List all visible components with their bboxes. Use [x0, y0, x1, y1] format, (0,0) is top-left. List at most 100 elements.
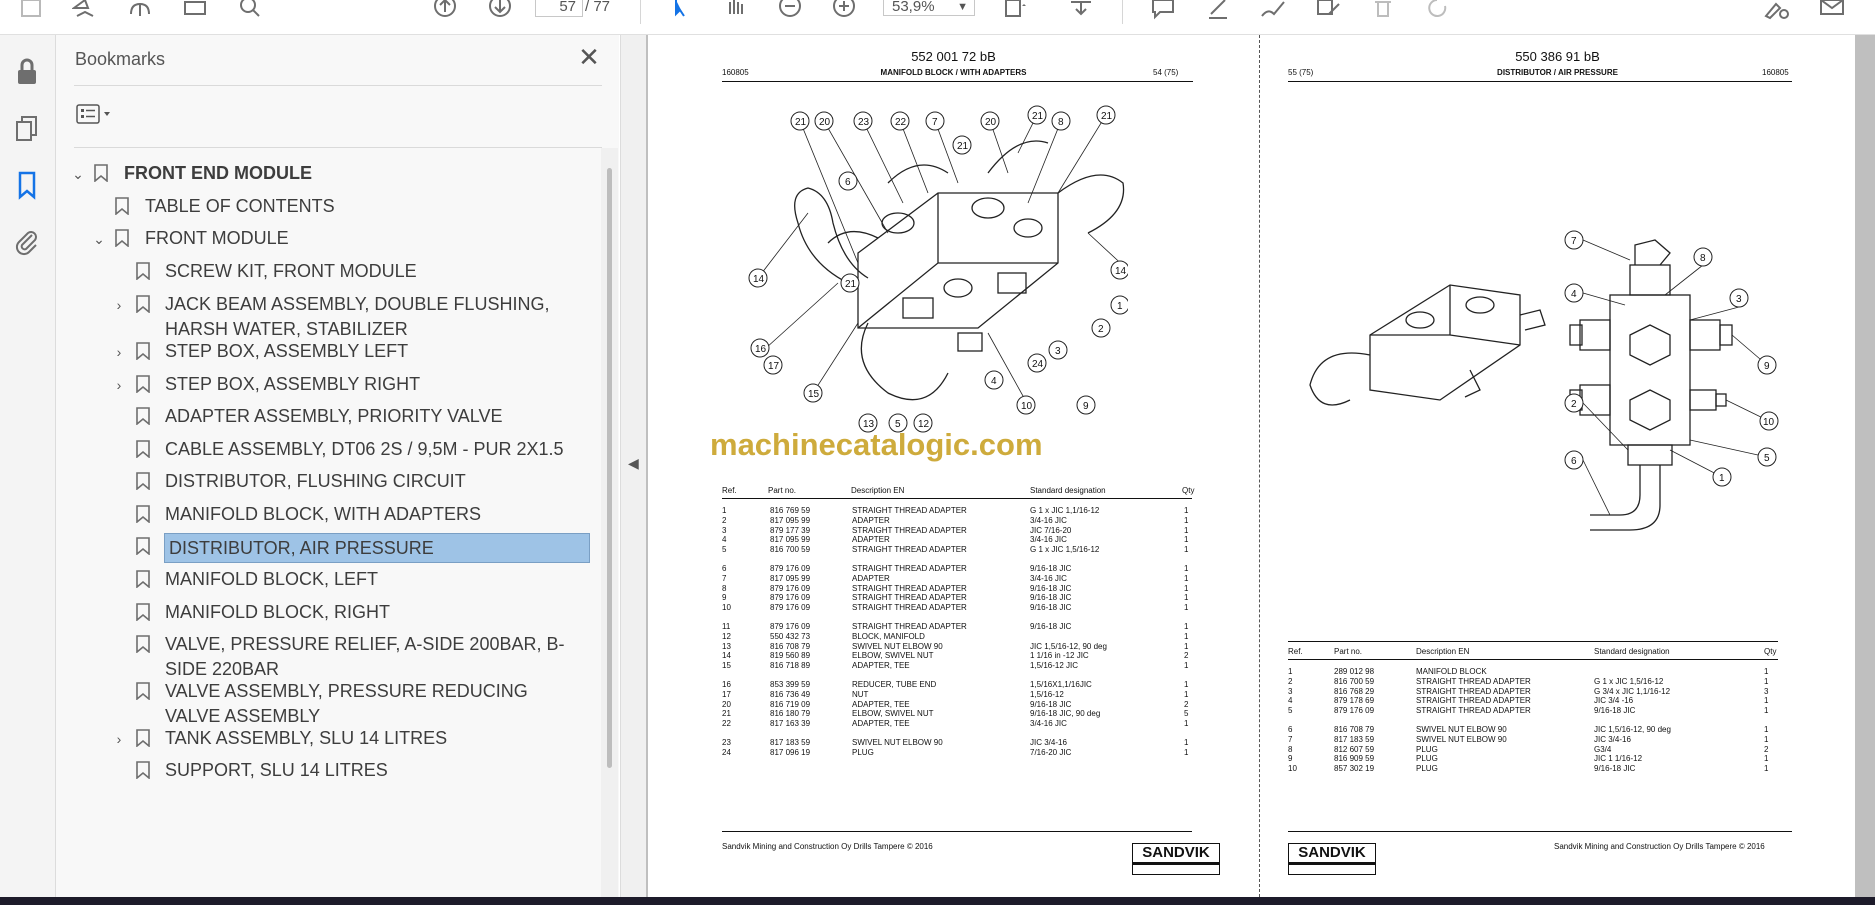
draw-icon[interactable]: [1258, 0, 1288, 24]
cell-standard: 1,5/16X1,1/16JIC: [1030, 680, 1092, 689]
redo-icon[interactable]: [1423, 0, 1453, 24]
hand-icon[interactable]: [720, 0, 750, 24]
bookmarks-scrollbar[interactable]: [601, 148, 618, 897]
scroll-mode-icon[interactable]: [1066, 0, 1096, 24]
chevron-right-icon[interactable]: ›: [111, 297, 127, 313]
cell-description: PLUG: [1416, 764, 1438, 774]
cell-partno: 817 096 19: [770, 747, 811, 757]
cell-partno: 817 163 39: [770, 719, 811, 729]
cell-qty: 1: [1184, 583, 1189, 593]
cell-standard: 3/4-16 JIC: [1030, 515, 1067, 525]
edit-text-icon[interactable]: [1313, 0, 1343, 24]
chevron-left-icon[interactable]: ◀: [628, 455, 639, 472]
document-viewer[interactable]: 552 001 72 bB 160805 MANIFOLD BLOCK / WI…: [646, 35, 1875, 897]
zoom-out-icon[interactable]: [775, 0, 805, 24]
print-icon[interactable]: [180, 0, 210, 24]
chevron-right-icon[interactable]: ›: [111, 344, 127, 360]
cell-ref: 16: [722, 680, 731, 689]
table-row: 16 853 399 59 REDUCER, TUBE END 1,5/16X1,1/…: [722, 680, 1222, 689]
scrollbar-thumb[interactable]: [607, 168, 612, 768]
cell-standard: JIC 3/4 -16: [1594, 696, 1634, 706]
table-row: 6 879 176 09 STRAIGHT THREAD ADAPTER 9/16-1…: [722, 564, 1222, 573]
bookmark-label: MANIFOLD BLOCK, RIGHT: [165, 602, 391, 622]
chevron-right-icon[interactable]: ›: [111, 377, 127, 393]
footer-copyright: Sandvik Mining and Construction Oy Drill…: [722, 842, 933, 851]
bookmark-flag-icon: [136, 603, 150, 621]
close-icon[interactable]: ✕: [575, 43, 603, 71]
cell-standard: 9/16-18 JIC, 90 deg: [1030, 709, 1101, 719]
comment-icon[interactable]: [1148, 0, 1178, 24]
cell-qty: 1: [1184, 506, 1189, 515]
svg-text:10: 10: [1021, 401, 1033, 412]
cell-qty: 1: [1184, 622, 1189, 631]
table-row: 6 816 708 79 SWIVEL NUT ELBOW 90 JIC 1,5/16…: [1288, 725, 1788, 734]
bookmark-label: MANIFOLD BLOCK, WITH ADAPTERS: [165, 504, 482, 524]
trash-icon[interactable]: [1368, 0, 1398, 24]
table-row: 20 816 719 09 ADAPTER, TEE 9/16-18 JIC 2: [722, 700, 1222, 709]
page-number: 54 (75): [1153, 68, 1179, 77]
cell-partno: 857 302 19: [1334, 764, 1375, 774]
doc-number: 550 386 91 bB: [1515, 49, 1600, 64]
cell-qty: 1: [1764, 754, 1769, 764]
email-icon[interactable]: [1817, 0, 1847, 24]
cell-description: ADAPTER: [852, 535, 890, 545]
table-rule: [1288, 659, 1778, 660]
cell-qty: 1: [1184, 545, 1189, 555]
cell-partno: 879 176 09: [1334, 706, 1375, 716]
star-icon[interactable]: [70, 0, 100, 24]
cell-ref: 1: [1288, 667, 1293, 676]
cell-qty: 1: [1764, 676, 1769, 686]
lock-icon[interactable]: [12, 57, 42, 87]
cell-ref: 23: [722, 738, 731, 747]
pages-icon[interactable]: [12, 113, 42, 143]
page-number-input[interactable]: 57: [535, 0, 583, 17]
cell-description: STRAIGHT THREAD ADAPTER: [852, 545, 967, 555]
table-row: 15 816 718 89 ADAPTER, TEE 1,5/16-12 JIC 1: [722, 661, 1222, 670]
chevron-right-icon[interactable]: ›: [111, 731, 127, 747]
svg-text:4: 4: [991, 376, 997, 387]
bookmark-label: TABLE OF CONTENTS: [145, 196, 335, 216]
save-icon[interactable]: [16, 0, 46, 24]
col-header-partno: Part no.: [1334, 647, 1363, 656]
fit-page-icon[interactable]: [1000, 0, 1030, 24]
table-row: 13 816 708 79 SWIVEL NUT ELBOW 90 JIC 1,5/1…: [722, 642, 1222, 651]
cell-partno: 817 183 59: [770, 738, 811, 747]
next-page-icon[interactable]: [485, 0, 515, 24]
cell-ref: 4: [1288, 696, 1293, 706]
svg-text:16: 16: [755, 344, 767, 355]
table-row: 14 819 560 89 ELBOW, SWIVEL NUT 1 1/16 in -…: [722, 651, 1222, 660]
left-nav-rail: [0, 35, 56, 897]
select-cursor-icon[interactable]: [666, 0, 696, 24]
bookmark-flag-icon: [136, 262, 150, 280]
table-row: 8 879 176 09 STRAIGHT THREAD ADAPTER 9/16-1…: [722, 584, 1222, 593]
cell-standard: JIC 1 1/16-12: [1594, 754, 1643, 764]
bookmark-icon[interactable]: [12, 170, 42, 200]
cell-description: STRAIGHT THREAD ADAPTER: [852, 583, 967, 593]
zoom-select[interactable]: 53,9% ▼: [883, 0, 975, 16]
sign-icon[interactable]: [1762, 0, 1792, 24]
svg-text:6: 6: [1571, 456, 1577, 467]
cell-standard: 3/4-16 JIC: [1030, 719, 1067, 729]
cell-partno: 817 095 99: [770, 573, 811, 583]
cell-partno: 879 176 09: [770, 593, 811, 603]
bookmark-flag-icon: [136, 729, 150, 747]
svg-text:21: 21: [1032, 111, 1044, 122]
chevron-down-icon[interactable]: ⌄: [91, 231, 107, 247]
highlight-icon[interactable]: [1203, 0, 1233, 24]
attachment-icon[interactable]: [12, 227, 42, 257]
bookmark-options-button[interactable]: [76, 101, 124, 127]
prev-page-icon[interactable]: [430, 0, 460, 24]
panel-collapse-handle[interactable]: ◀: [620, 35, 647, 897]
svg-text:3: 3: [1055, 346, 1061, 357]
upload-icon[interactable]: [125, 0, 155, 24]
chevron-down-icon[interactable]: ⌄: [70, 166, 86, 182]
cell-standard: G 1 x JIC 1,1/16-12: [1030, 506, 1100, 515]
cell-partno: 816 769 59: [770, 506, 811, 515]
cell-ref: 17: [722, 689, 731, 699]
zoom-in-icon[interactable]: [829, 0, 859, 24]
table-row: 7 817 183 59 SWIVEL NUT ELBOW 90 JIC 3/4-16…: [1288, 735, 1788, 744]
cell-standard: 1,5/16-12: [1030, 689, 1064, 699]
search-icon[interactable]: [235, 0, 265, 24]
bookmark-label: ADAPTER ASSEMBLY, PRIORITY VALVE: [165, 406, 503, 426]
bookmark-label: SCREW KIT, FRONT MODULE: [165, 261, 417, 281]
